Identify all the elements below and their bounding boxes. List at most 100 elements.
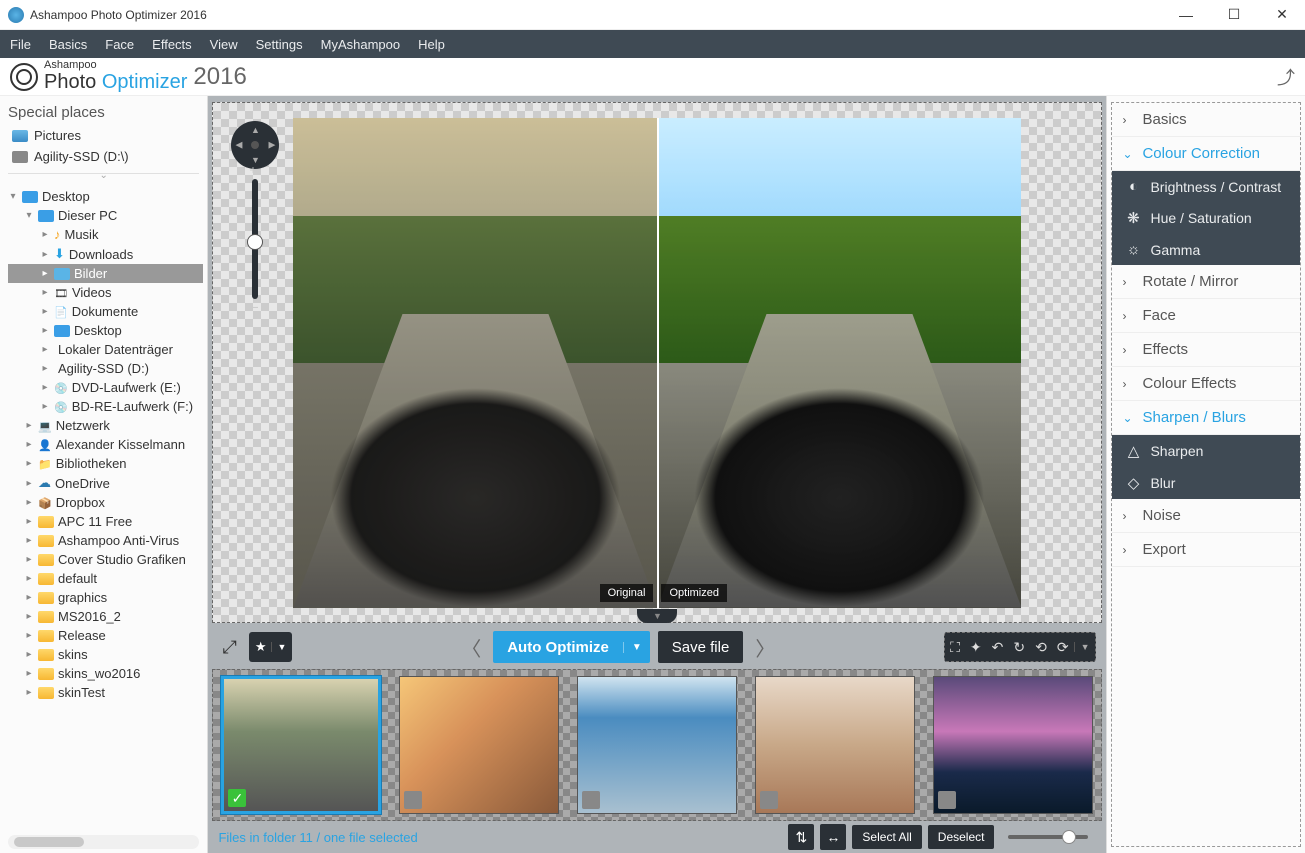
expand-icon[interactable]: ▸ [40, 344, 50, 355]
panel-section[interactable]: ⌄Sharpen / Blurs [1112, 401, 1300, 435]
expand-icon[interactable]: ▸ [40, 325, 50, 336]
tree-item[interactable]: ▸Cover Studio Grafiken [8, 550, 203, 569]
expand-icon[interactable]: ▸ [40, 268, 50, 279]
thumbnail[interactable] [755, 676, 915, 814]
fit-button[interactable]: ↔ [820, 824, 846, 850]
undo-icon[interactable]: ↶ [987, 639, 1009, 656]
tree-item[interactable]: ▸Bilder [8, 264, 203, 283]
expand-icon[interactable]: ▸ [40, 287, 50, 298]
tree-item[interactable]: ▸Lokaler Datenträger [8, 340, 203, 359]
thumbnail[interactable] [399, 676, 559, 814]
dropdown-icon[interactable]: ▼ [1074, 642, 1096, 652]
tree-item[interactable]: ▸Downloads [8, 244, 203, 264]
fullscreen-button[interactable]: ⤢ [218, 633, 240, 662]
panel-section[interactable]: ›Face [1112, 299, 1300, 333]
expand-icon[interactable]: ▸ [24, 573, 34, 584]
expand-icon[interactable]: ▾ [8, 191, 18, 202]
panel-subitem[interactable]: ❋Hue / Saturation [1112, 202, 1300, 234]
menu-help[interactable]: Help [418, 37, 445, 52]
expand-icon[interactable]: ▾ [24, 210, 34, 221]
panel-section[interactable]: ›Noise [1112, 499, 1300, 533]
prev-button[interactable]: 〈 [457, 633, 485, 662]
menu-file[interactable]: File [10, 37, 31, 52]
place-pictures[interactable]: Pictures [8, 125, 199, 146]
menu-myashampoo[interactable]: MyAshampoo [321, 37, 400, 52]
crop-icon[interactable]: ⛶ [945, 639, 965, 656]
thumb-zoom-slider[interactable] [1008, 835, 1088, 839]
expand-icon[interactable]: ▸ [24, 554, 34, 565]
viewer-collapse-tab[interactable]: ▼ [637, 609, 677, 623]
next-button[interactable]: 〉 [751, 633, 779, 662]
expand-icon[interactable]: ▸ [24, 497, 34, 508]
sort-button[interactable]: ⇅ [788, 824, 814, 850]
image-viewer[interactable]: ▲▼◀▶ +− ◁ ▷ Original Optimized ▼ [212, 102, 1102, 623]
thumb-checkbox[interactable] [404, 791, 422, 809]
expand-icon[interactable]: ▸ [40, 401, 50, 412]
magic-icon[interactable]: ✦ [965, 639, 987, 656]
tree-item[interactable]: ▸Dokumente [8, 302, 203, 321]
expand-icon[interactable]: ▸ [40, 363, 50, 374]
share-icon[interactable]: ⤴ [1277, 64, 1295, 90]
tree-item[interactable]: ▸APC 11 Free [8, 512, 203, 531]
tree-item[interactable]: ▸Netzwerk [8, 416, 203, 435]
deselect-button[interactable]: Deselect [928, 825, 995, 849]
expand-icon[interactable]: ▸ [40, 306, 50, 317]
panel-section[interactable]: ›Rotate / Mirror [1112, 265, 1300, 299]
comparison-photo[interactable]: ◁ ▷ Original Optimized [293, 118, 1021, 608]
tree-item[interactable]: ▸Agility-SSD (D:) [8, 359, 203, 378]
expand-icon[interactable]: ▸ [24, 630, 34, 641]
panel-section[interactable]: ›Export [1112, 533, 1300, 567]
auto-optimize-button[interactable]: Auto Optimize▼ [493, 631, 650, 663]
pan-control[interactable]: ▲▼◀▶ [231, 121, 279, 169]
tree-item[interactable]: ▾Desktop [8, 187, 203, 206]
zoom-slider[interactable]: +− [252, 179, 258, 299]
expand-icon[interactable]: ▸ [24, 420, 34, 431]
sidebar-scrollbar[interactable] [8, 835, 199, 849]
thumbnail[interactable]: ✓ [221, 676, 381, 814]
tree-item[interactable]: ▸skins [8, 645, 203, 664]
tree-item[interactable]: ▸DVD-Laufwerk (E:) [8, 378, 203, 397]
menu-effects[interactable]: Effects [152, 37, 192, 52]
tree-item[interactable]: ▸Videos [8, 283, 203, 302]
menu-basics[interactable]: Basics [49, 37, 87, 52]
tree-item[interactable]: ▸default [8, 569, 203, 588]
rotate-right-icon[interactable]: ⟳ [1052, 639, 1074, 656]
tree-item[interactable]: ▸Ashampoo Anti-Virus [8, 531, 203, 550]
menu-view[interactable]: View [210, 37, 238, 52]
place-agility-ssd[interactable]: Agility-SSD (D:\) [8, 146, 199, 167]
panel-section[interactable]: ›Basics [1112, 103, 1300, 137]
panel-subitem[interactable]: ◇Blur [1112, 467, 1300, 499]
panel-subitem[interactable]: ◐Brightness / Contrast [1112, 171, 1300, 202]
expand-icon[interactable]: ▸ [24, 439, 34, 450]
menu-settings[interactable]: Settings [256, 37, 303, 52]
tree-item[interactable]: ▸skinTest [8, 683, 203, 702]
save-file-button[interactable]: Save file [658, 631, 744, 663]
tree-item[interactable]: ▾Dieser PC [8, 206, 203, 225]
expand-icon[interactable]: ▸ [24, 516, 34, 527]
close-button[interactable]: ✕ [1267, 6, 1297, 23]
expand-icon[interactable]: ▸ [40, 229, 50, 240]
panel-subitem[interactable]: ☼Gamma [1112, 234, 1300, 265]
tree-item[interactable]: ▸BD-RE-Laufwerk (F:) [8, 397, 203, 416]
thumbnail[interactable] [577, 676, 737, 814]
panel-section[interactable]: ›Effects [1112, 333, 1300, 367]
expand-icon[interactable]: ▸ [40, 249, 50, 260]
tree-item[interactable]: ▸graphics [8, 588, 203, 607]
dropdown-icon[interactable]: ▼ [623, 642, 650, 653]
expand-icon[interactable]: ▸ [40, 382, 50, 393]
expand-icon[interactable]: ▸ [24, 458, 34, 469]
sidebar-divider[interactable] [8, 173, 199, 183]
panel-section[interactable]: ⌄Colour Correction [1112, 137, 1300, 171]
tree-item[interactable]: ▸MS2016_2 [8, 607, 203, 626]
tree-item[interactable]: ▸Dropbox [8, 493, 203, 512]
thumb-checkbox[interactable] [582, 791, 600, 809]
tree-item[interactable]: ▸Release [8, 626, 203, 645]
thumbnail[interactable] [933, 676, 1093, 814]
favorite-button[interactable]: ★▼ [249, 632, 293, 662]
panel-subitem[interactable]: △Sharpen [1112, 435, 1300, 467]
tree-item[interactable]: ▸Musik [8, 225, 203, 244]
expand-icon[interactable]: ▸ [24, 478, 34, 489]
tree-item[interactable]: ▸skins_wo2016 [8, 664, 203, 683]
rotate-left-icon[interactable]: ⟲ [1030, 639, 1052, 656]
tree-item[interactable]: ▸Bibliotheken [8, 454, 203, 473]
